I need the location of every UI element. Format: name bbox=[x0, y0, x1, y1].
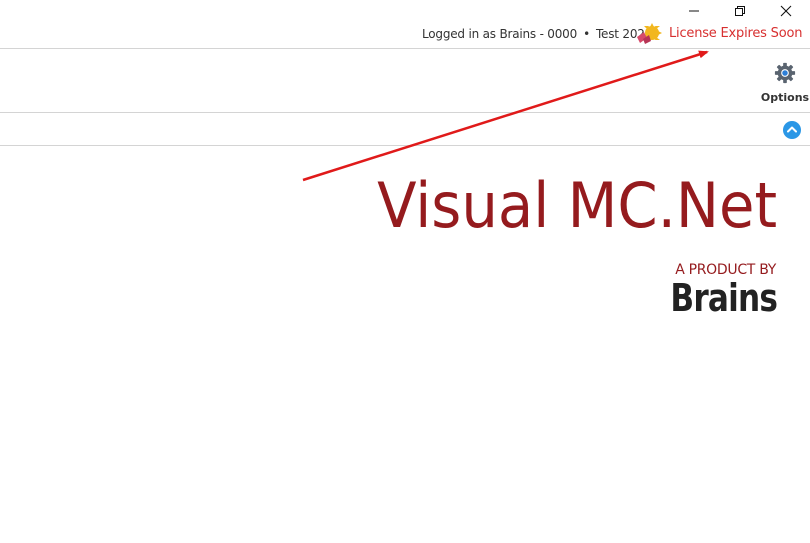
gear-icon bbox=[774, 62, 796, 84]
logged-in-user: Logged in as Brains - 0000 bbox=[422, 27, 578, 41]
ribbon-toolbar: Options bbox=[0, 49, 810, 113]
close-icon bbox=[780, 5, 792, 17]
collapse-ribbon-button[interactable] bbox=[783, 121, 801, 139]
options-button[interactable]: Options bbox=[760, 57, 810, 109]
product-title: Visual MC.Net bbox=[376, 169, 777, 242]
chevron-up-icon bbox=[787, 126, 797, 133]
separator: • bbox=[583, 27, 590, 41]
main-window: Logged in as Brains - 0000 • Test 2023 Lic… bbox=[0, 0, 810, 543]
brand-logo: Brains bbox=[670, 276, 777, 320]
title-bar: Logged in as Brains - 0000 • Test 2023 Lic… bbox=[0, 0, 810, 49]
options-label: Options bbox=[760, 91, 810, 104]
main-content: Visual MC.Net A PRODUCT BY Brains bbox=[0, 146, 810, 543]
restore-button[interactable] bbox=[717, 0, 763, 22]
minimize-button[interactable] bbox=[671, 0, 717, 22]
login-info: Logged in as Brains - 0000 • Test 2023 bbox=[422, 27, 652, 41]
ribbon-collapse-bar bbox=[0, 113, 810, 146]
close-button[interactable] bbox=[763, 0, 809, 22]
restore-icon bbox=[735, 6, 745, 16]
license-warning-icon[interactable] bbox=[635, 23, 663, 45]
license-expires-link[interactable]: License Expires Soon bbox=[669, 26, 802, 41]
minimize-icon bbox=[689, 10, 699, 12]
